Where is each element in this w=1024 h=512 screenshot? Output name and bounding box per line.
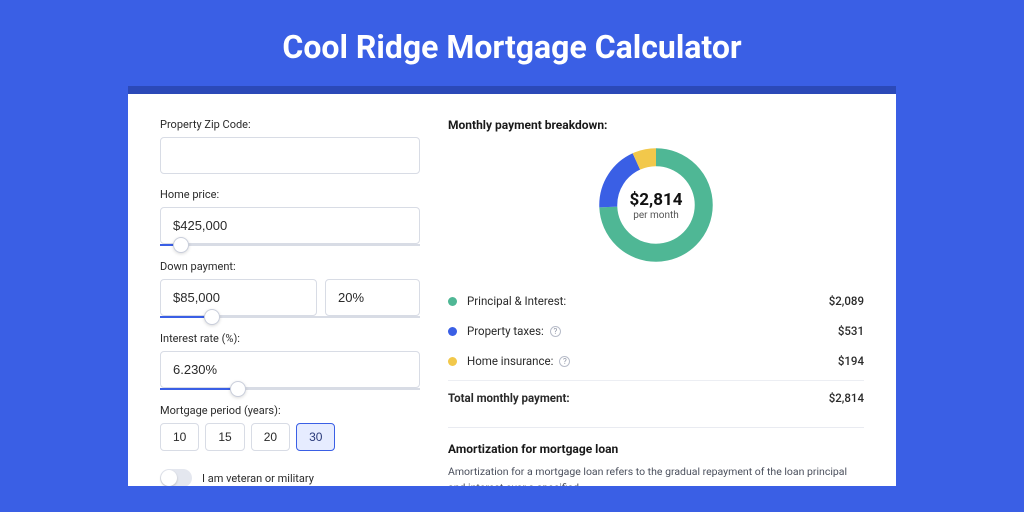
donut-amount: $2,814 (630, 190, 683, 210)
calculator-card: Property Zip Code: Home price: Down paym… (128, 86, 896, 486)
toggle-knob (161, 470, 177, 486)
breakdown-column: Monthly payment breakdown: $2,814 per mo… (420, 118, 864, 486)
donut-sub: per month (633, 210, 679, 221)
slider-thumb[interactable] (173, 237, 189, 253)
donut-chart: $2,814 per month (593, 142, 719, 268)
veteran-label: I am veteran or military (202, 472, 314, 485)
info-icon[interactable]: ? (550, 326, 561, 337)
line-value: $194 (838, 354, 864, 368)
line-value: $2,089 (829, 294, 864, 308)
slider-thumb[interactable] (230, 381, 246, 397)
line-label: Principal & Interest: (467, 294, 829, 308)
interest-rate-slider[interactable] (160, 388, 420, 390)
slider-thumb[interactable] (204, 309, 220, 325)
down-payment-pct-input[interactable] (325, 279, 420, 316)
line-total: Total monthly payment: $2,814 (448, 380, 864, 413)
amortization-body: Amortization for a mortgage loan refers … (448, 464, 864, 486)
down-payment-input[interactable] (160, 279, 317, 316)
period-option-30[interactable]: 30 (296, 423, 335, 451)
line-property-taxes: Property taxes: ? $531 (448, 316, 864, 346)
period-option-15[interactable]: 15 (205, 423, 244, 451)
donut-chart-wrap: $2,814 per month (448, 142, 864, 268)
breakdown-title: Monthly payment breakdown: (448, 118, 864, 132)
line-principal-interest: Principal & Interest: $2,089 (448, 286, 864, 316)
page-title: Cool Ridge Mortgage Calculator (0, 0, 1024, 86)
home-price-field: Home price: (160, 188, 420, 246)
line-home-insurance: Home insurance: ? $194 (448, 346, 864, 376)
home-price-input[interactable] (160, 207, 420, 244)
veteran-toggle[interactable] (160, 469, 192, 486)
line-label: Home insurance: ? (467, 354, 838, 368)
down-payment-label: Down payment: (160, 260, 420, 273)
mortgage-period-field: Mortgage period (years): 10 15 20 30 (160, 404, 420, 451)
down-payment-slider[interactable] (160, 316, 420, 318)
total-label: Total monthly payment: (448, 391, 829, 405)
period-options: 10 15 20 30 (160, 423, 420, 451)
line-label: Property taxes: ? (467, 324, 838, 338)
amortization-section: Amortization for mortgage loan Amortizat… (448, 427, 864, 486)
amortization-title: Amortization for mortgage loan (448, 442, 864, 456)
period-option-10[interactable]: 10 (160, 423, 199, 451)
mortgage-period-label: Mortgage period (years): (160, 404, 420, 417)
line-value: $531 (838, 324, 864, 338)
interest-rate-label: Interest rate (%): (160, 332, 420, 345)
zip-input[interactable] (160, 137, 420, 174)
zip-field: Property Zip Code: (160, 118, 420, 174)
interest-rate-field: Interest rate (%): (160, 332, 420, 390)
veteran-row: I am veteran or military (160, 469, 420, 486)
dot-icon (448, 297, 457, 306)
zip-label: Property Zip Code: (160, 118, 420, 131)
donut-center: $2,814 per month (593, 142, 719, 268)
interest-rate-input[interactable] (160, 351, 420, 388)
total-value: $2,814 (829, 391, 864, 405)
period-option-20[interactable]: 20 (251, 423, 290, 451)
down-payment-field: Down payment: (160, 260, 420, 318)
dot-icon (448, 327, 457, 336)
dot-icon (448, 357, 457, 366)
home-price-slider[interactable] (160, 244, 420, 246)
info-icon[interactable]: ? (559, 356, 570, 367)
home-price-label: Home price: (160, 188, 420, 201)
form-column: Property Zip Code: Home price: Down paym… (160, 118, 420, 486)
